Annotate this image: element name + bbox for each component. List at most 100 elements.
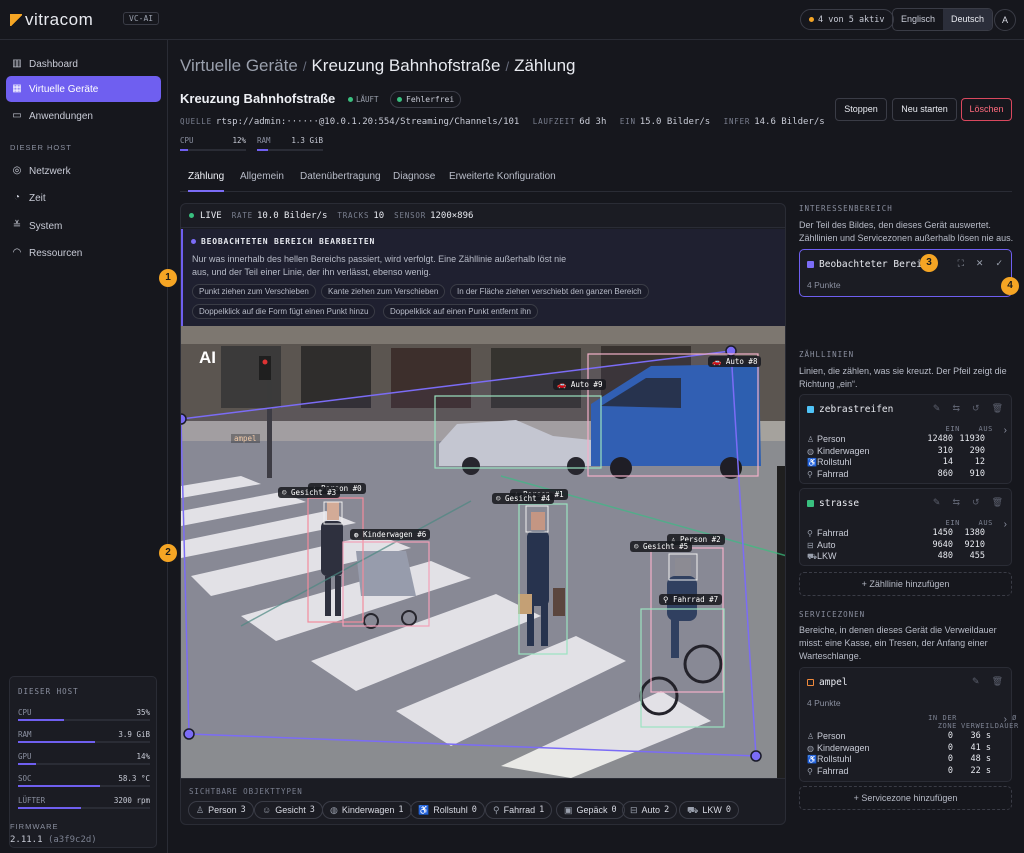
- tab-advanced-config[interactable]: Erweiterte Konfiguration: [449, 171, 556, 192]
- host-stat-fill: [18, 807, 82, 809]
- host-stats-title: DIESER HOST: [18, 687, 79, 696]
- detection-label[interactable]: ☺ Gesicht #5: [630, 541, 693, 552]
- chip-count: 0: [471, 805, 477, 815]
- lang-english[interactable]: Englisch: [893, 9, 943, 30]
- add-service-zone-button[interactable]: + Servicezone hinzufügen: [799, 786, 1012, 810]
- visible-type-chip[interactable]: ☺ Gesicht 3: [254, 801, 323, 819]
- chip-label: Person: [208, 805, 237, 815]
- visible-type-chip[interactable]: ▣ Gepäck 0: [556, 801, 625, 819]
- visible-type-chip[interactable]: ⊟ Auto 2: [622, 801, 678, 819]
- camera-image[interactable]: AI ampel 🚗 Auto #8🚗 Auto #9♙ Person #0☺ …: [181, 326, 785, 778]
- restart-button[interactable]: Neu starten: [892, 98, 957, 121]
- live-tracks: 10: [373, 210, 385, 221]
- chip-count: 0: [611, 805, 617, 815]
- breadcrumb-device[interactable]: Kreuzung Bahnhofstraße: [311, 56, 500, 75]
- running-dot-icon: [348, 97, 353, 102]
- count-in: 14: [942, 457, 953, 467]
- tab-diagnosis[interactable]: Diagnose: [393, 171, 435, 192]
- host-stat-label: SOC: [18, 774, 32, 783]
- chevron-right-icon[interactable]: ›: [1004, 714, 1007, 725]
- close-icon[interactable]: ✕: [976, 258, 984, 269]
- live-dot-icon: [189, 213, 194, 218]
- nav-network[interactable]: ◎ Netzwerk: [6, 158, 161, 184]
- type-icon: ⚲: [807, 529, 813, 538]
- lang-german[interactable]: Deutsch: [943, 9, 993, 30]
- observed-area-card[interactable]: Beobachteter Bereich ⛶ ✕ ✓ 4 Punkte: [799, 249, 1012, 297]
- col-header: IN DER ZONE: [928, 714, 957, 730]
- visible-types-bar: SICHTBARE OBJEKTTYPEN ♙ Person 3 ☺ Gesicht 3 ◍…: [181, 778, 785, 824]
- logo[interactable]: vitracom: [10, 10, 93, 30]
- delete-button[interactable]: Löschen: [961, 98, 1012, 121]
- meter-label: CPU: [180, 136, 194, 145]
- live-key: TRACKS: [337, 211, 370, 220]
- runtime-value: 6d 3h: [579, 117, 607, 127]
- device-status-pill[interactable]: 4 von 5 aktiv: [800, 9, 894, 30]
- polygon-handle[interactable]: [750, 750, 762, 762]
- edit-icon[interactable]: ✎: [933, 497, 941, 508]
- visible-type-chip[interactable]: ♿ Rollstuhl 0: [410, 801, 485, 819]
- visible-type-chip[interactable]: ◍ Kinderwagen 1: [322, 801, 412, 819]
- avatar[interactable]: A: [994, 9, 1016, 31]
- count-line-card[interactable]: zebrastreifen ✎ ⇆ ↺ 🗑 EIN AUS › ♙ Person 12480…: [799, 394, 1012, 484]
- nav-label: Dashboard: [29, 58, 78, 70]
- product-tag: VC-AI: [123, 12, 160, 25]
- card-title-text: ampel: [819, 677, 848, 688]
- building-upper: [181, 326, 785, 344]
- tab-data-transfer[interactable]: Datenübertragung: [300, 171, 381, 192]
- row-label: Person: [817, 731, 846, 741]
- chevron-right-icon[interactable]: ›: [1004, 519, 1007, 530]
- logo-mark-icon: [10, 14, 22, 26]
- trash-icon[interactable]: 🗑: [992, 676, 1003, 687]
- zone-card-ampel[interactable]: ampel ✎ 🗑 4 Punkte IN DER ZONE Ø VERWEILD…: [799, 667, 1018, 782]
- reset-icon[interactable]: ↺: [972, 403, 980, 414]
- nav-system[interactable]: ≚ System: [6, 213, 161, 239]
- nav-dashboard[interactable]: ▥ Dashboard: [6, 51, 161, 77]
- reset-icon[interactable]: ↺: [972, 497, 980, 508]
- col-header: EIN: [945, 519, 960, 527]
- host-stat-fill: [18, 785, 100, 787]
- count-line-card[interactable]: strasse ✎ ⇆ ↺ 🗑 EIN AUS › ⚲ Fahrrad 1450 1380 ⊟ A…: [799, 488, 1012, 566]
- nav-time[interactable]: ◔ Zeit: [6, 185, 161, 211]
- swap-icon[interactable]: ⇆: [952, 403, 960, 414]
- visible-type-chip[interactable]: ⛟ LKW 0: [679, 801, 739, 819]
- zone-tag-ampel[interactable]: ampel: [231, 434, 260, 443]
- count-row: ♿Rollstuhl 14 12: [807, 457, 995, 468]
- tab-general[interactable]: Allgemein: [240, 171, 284, 192]
- nav-applications[interactable]: ▭ Anwendungen: [6, 103, 161, 129]
- chevron-right-icon[interactable]: ›: [1004, 425, 1007, 436]
- trash-icon[interactable]: 🗑: [992, 403, 1003, 414]
- check-icon[interactable]: ✓: [995, 258, 1003, 269]
- trash-icon[interactable]: 🗑: [992, 497, 1003, 508]
- breadcrumb-root[interactable]: Virtuelle Geräte: [180, 56, 298, 75]
- polygon-handle[interactable]: [181, 413, 187, 425]
- swap-icon[interactable]: ⇆: [952, 497, 960, 508]
- expand-icon[interactable]: ⛶: [958, 258, 964, 269]
- nav-virtual-devices[interactable]: ▦ Virtuelle Geräte: [6, 76, 161, 102]
- host-stat-fill: [18, 763, 37, 765]
- polygon-handle[interactable]: [183, 728, 195, 740]
- detection-label[interactable]: ☺ Gesicht #4: [492, 493, 555, 504]
- live-label: LIVE: [200, 210, 222, 221]
- detection-label[interactable]: ◍ Kinderwagen #6: [350, 529, 431, 540]
- detection-label[interactable]: 🚗 Auto #9: [553, 379, 607, 390]
- edit-icon[interactable]: ✎: [933, 403, 941, 414]
- detection-label[interactable]: ☺ Gesicht #3: [278, 487, 341, 498]
- stream-url[interactable]: rtsp://admin:······@10.0.1.20:554/Stream…: [216, 117, 519, 127]
- count-out: 455: [969, 551, 985, 561]
- nav-resources[interactable]: ◠ Ressourcen: [6, 240, 161, 266]
- add-line-label: Zähllinie hinzufügen: [869, 579, 950, 589]
- tab-counting[interactable]: Zählung: [188, 171, 225, 192]
- count-in: 860: [937, 468, 953, 479]
- visible-type-chip[interactable]: ⚲ Fahrrad 1: [485, 801, 553, 819]
- host-stat-label: LÜFTER: [18, 796, 46, 805]
- line-swatch-icon: [807, 406, 814, 413]
- add-count-line-button[interactable]: + Zähllinie hinzufügen: [799, 572, 1012, 596]
- host-stat-track: [18, 785, 150, 787]
- detection-label[interactable]: ⚲ Fahrrad #7: [659, 594, 723, 605]
- detection-label[interactable]: 🚗 Auto #8: [708, 356, 762, 367]
- stop-button[interactable]: Stoppen: [835, 98, 887, 121]
- edit-icon[interactable]: ✎: [972, 676, 980, 687]
- count-row: ⚲ Fahrrad 860 910: [807, 469, 995, 480]
- card-title-text: zebrastreifen: [819, 404, 894, 415]
- visible-type-chip[interactable]: ♙ Person 3: [188, 801, 254, 819]
